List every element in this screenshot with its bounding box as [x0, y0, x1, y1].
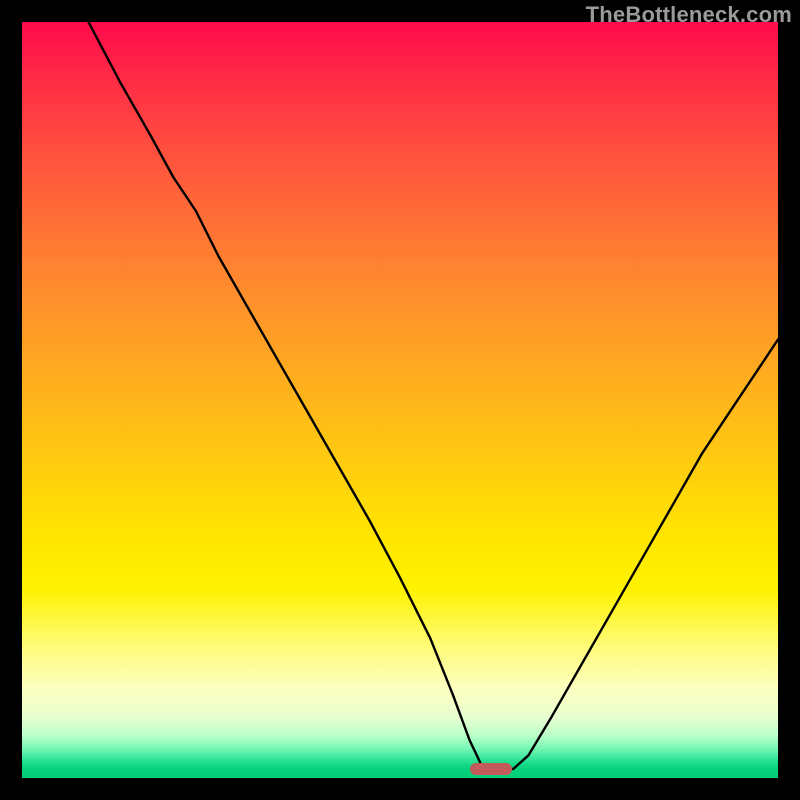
curve-path — [89, 22, 779, 769]
attribution-watermark: TheBottleneck.com — [586, 2, 792, 28]
plot-area — [22, 22, 778, 778]
bottleneck-curve — [22, 22, 778, 778]
optimal-marker — [470, 763, 512, 776]
chart-canvas: TheBottleneck.com — [0, 0, 800, 800]
